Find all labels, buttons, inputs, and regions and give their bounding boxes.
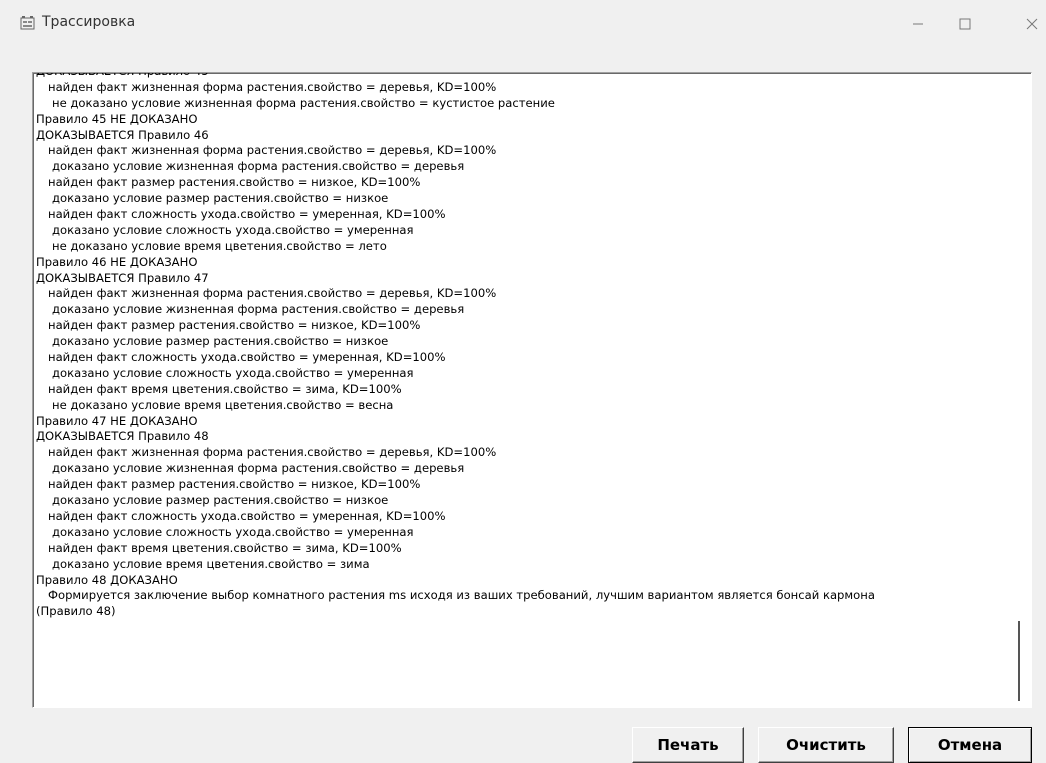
- trace-line: найден факт размер растения.свойство = н…: [48, 175, 421, 190]
- trace-line: доказано условие сложность ухода.свойств…: [52, 524, 414, 539]
- trace-line: не доказано условие время цветения.свойс…: [52, 238, 387, 253]
- trace-window: Трассировка ДОКАЗЫВАЕТСЯ Правило 45найде…: [0, 0, 1046, 763]
- maximize-icon: [959, 18, 971, 30]
- trace-line: ДОКАЗЫВАЕТСЯ Правило 48: [36, 429, 209, 444]
- clear-button[interactable]: Очистить: [758, 727, 894, 763]
- title-bar[interactable]: Трассировка: [0, 0, 1046, 48]
- trace-line: найден факт жизненная форма растения.сво…: [48, 79, 497, 94]
- close-icon: [1026, 18, 1038, 30]
- trace-line: найден факт время цветения.свойство = зи…: [48, 540, 402, 555]
- trace-line: найден факт жизненная форма растения.сво…: [48, 286, 497, 301]
- trace-line: найден факт время цветения.свойство = зи…: [48, 381, 402, 396]
- trace-line: не доказано условие время цветения.свойс…: [52, 397, 394, 412]
- trace-line: найден факт сложность ухода.свойство = у…: [48, 350, 446, 365]
- trace-line: доказано условие время цветения.свойство…: [52, 556, 370, 571]
- trace-line: найден факт жизненная форма растения.сво…: [48, 445, 497, 460]
- trace-line: найден факт размер растения.свойство = н…: [48, 477, 421, 492]
- close-button[interactable]: [1012, 10, 1046, 38]
- app-icon: [20, 16, 35, 30]
- trace-line: ДОКАЗЫВАЕТСЯ Правило 47: [36, 270, 209, 285]
- vertical-scrollbar[interactable]: [1018, 621, 1020, 701]
- trace-line: Правило 47 НЕ ДОКАЗАНО: [36, 413, 198, 428]
- trace-line: доказано условие жизненная форма растени…: [52, 159, 465, 174]
- cancel-button[interactable]: Отмена: [908, 727, 1032, 763]
- trace-line: (Правило 48): [36, 604, 116, 619]
- print-button[interactable]: Печать: [632, 727, 744, 763]
- window-title: Трассировка: [42, 14, 136, 30]
- trace-line: Правило 46 НЕ ДОКАЗАНО: [36, 254, 198, 269]
- trace-line: доказано условие сложность ухода.свойств…: [52, 365, 414, 380]
- trace-line: доказано условие жизненная форма растени…: [52, 302, 465, 317]
- trace-lines: ДОКАЗЫВАЕТСЯ Правило 45найден факт жизне…: [36, 73, 1011, 620]
- minimize-icon: [913, 23, 923, 25]
- trace-line: ДОКАЗЫВАЕТСЯ Правило 45: [36, 73, 1011, 80]
- trace-line: доказано условие размер растения.свойств…: [52, 493, 389, 508]
- trace-line: Формируется заключение выбор комнатного …: [48, 588, 875, 603]
- trace-line: Правило 48 ДОКАЗАНО: [36, 572, 178, 587]
- trace-log-textarea[interactable]: ДОКАЗЫВАЕТСЯ Правило 45найден факт жизне…: [32, 72, 1032, 708]
- trace-line: найден факт сложность ухода.свойство = у…: [48, 508, 446, 523]
- trace-line: Правило 45 НЕ ДОКАЗАНО: [36, 111, 198, 126]
- trace-line: не доказано условие жизненная форма раст…: [52, 95, 555, 110]
- trace-line: ДОКАЗЫВАЕТСЯ Правило 46: [36, 127, 209, 142]
- trace-line: найден факт сложность ухода.свойство = у…: [48, 207, 446, 222]
- trace-line: доказано условие размер растения.свойств…: [52, 191, 389, 206]
- trace-line: доказано условие сложность ухода.свойств…: [52, 222, 414, 237]
- trace-line: доказано условие жизненная форма растени…: [52, 461, 465, 476]
- trace-line: найден факт жизненная форма растения.сво…: [48, 143, 497, 158]
- maximize-button[interactable]: [945, 10, 985, 38]
- minimize-button[interactable]: [898, 10, 938, 38]
- trace-line: доказано условие размер растения.свойств…: [52, 334, 389, 349]
- trace-line: найден факт размер растения.свойство = н…: [48, 318, 421, 333]
